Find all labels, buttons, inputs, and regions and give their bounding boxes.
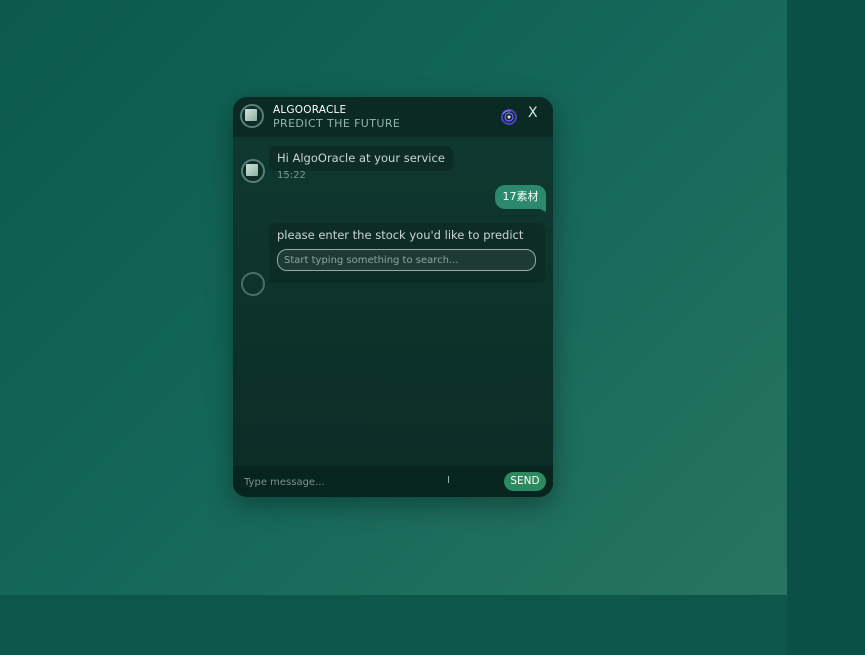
bot-message-bubble: Hi AlgoOracle at your service: [269, 146, 453, 171]
bot-message-text: please enter the stock you'd like to pre…: [277, 228, 524, 242]
broken-image-icon: [245, 109, 257, 121]
chat-subtitle: PREDICT THE FUTURE: [273, 117, 401, 130]
chat-title: ALGOORACLE: [273, 104, 347, 116]
message-input-bar: SEND: [233, 466, 553, 497]
swirl-icon[interactable]: [500, 108, 518, 126]
bot-avatar: [241, 272, 265, 296]
desktop-background: ALGOORACLE PREDICT THE FUTURE X Hi AlgoO…: [0, 0, 865, 655]
message-timestamp: 15:22: [277, 170, 306, 181]
header-avatar: [240, 104, 264, 128]
chat-widget: ALGOORACLE PREDICT THE FUTURE X Hi AlgoO…: [233, 97, 553, 497]
send-button[interactable]: SEND: [504, 472, 546, 491]
right-panel-strip: [787, 0, 865, 655]
bot-avatar: [241, 159, 265, 183]
bottom-panel-strip: [0, 595, 787, 655]
chat-header: ALGOORACLE PREDICT THE FUTURE X: [233, 97, 553, 137]
bot-message-text: Hi AlgoOracle at your service: [277, 151, 445, 165]
message-input[interactable]: [242, 472, 446, 492]
close-button[interactable]: X: [528, 105, 538, 121]
user-message-text: 17素材: [502, 190, 539, 203]
bot-message-bubble: please enter the stock you'd like to pre…: [269, 223, 545, 283]
user-message-bubble: 17素材: [495, 185, 546, 212]
stock-search-input[interactable]: [277, 249, 536, 271]
broken-image-icon: [246, 164, 258, 176]
text-cursor: [448, 476, 449, 483]
